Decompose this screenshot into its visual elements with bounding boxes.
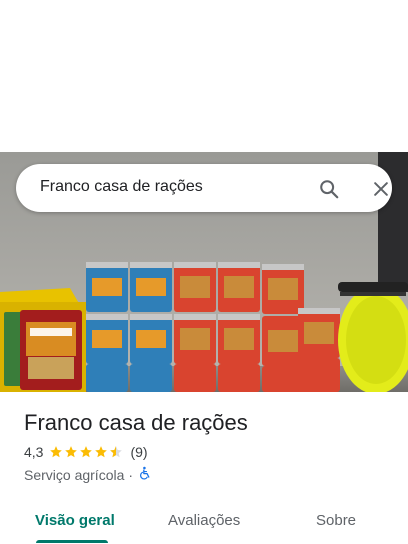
active-tab-indicator	[36, 540, 108, 543]
tab-reviews[interactable]: Avaliações	[168, 512, 240, 529]
separator-dot: ·	[128, 466, 134, 483]
search-input[interactable]: Franco casa de rações	[40, 178, 203, 196]
rating-row[interactable]: 4,3 (9)	[24, 444, 148, 460]
rating-value: 4,3	[24, 444, 44, 460]
tab-bar: Visão geral Avaliações Sobre	[0, 500, 408, 544]
star-icon	[50, 446, 63, 458]
map-top-area	[0, 0, 408, 152]
tab-overview[interactable]: Visão geral	[35, 512, 115, 529]
tab-about[interactable]: Sobre	[316, 512, 356, 529]
close-icon[interactable]	[368, 176, 394, 202]
star-icon	[65, 446, 78, 458]
place-title: Franco casa de rações	[24, 410, 248, 435]
star-half-icon	[110, 446, 123, 458]
star-icon	[95, 446, 108, 458]
place-info-panel: Franco casa de rações 4,3 (9) Serviço ag…	[0, 392, 408, 544]
search-bar[interactable]: Franco casa de rações	[16, 164, 392, 212]
star-icon	[80, 446, 93, 458]
review-count[interactable]: (9)	[130, 444, 147, 460]
rating-stars	[49, 445, 124, 459]
wheelchair-icon	[138, 466, 152, 483]
category-label: Serviço agrícola	[24, 466, 125, 483]
category-row: Serviço agrícola ·	[24, 466, 152, 483]
search-icon[interactable]	[316, 176, 342, 202]
